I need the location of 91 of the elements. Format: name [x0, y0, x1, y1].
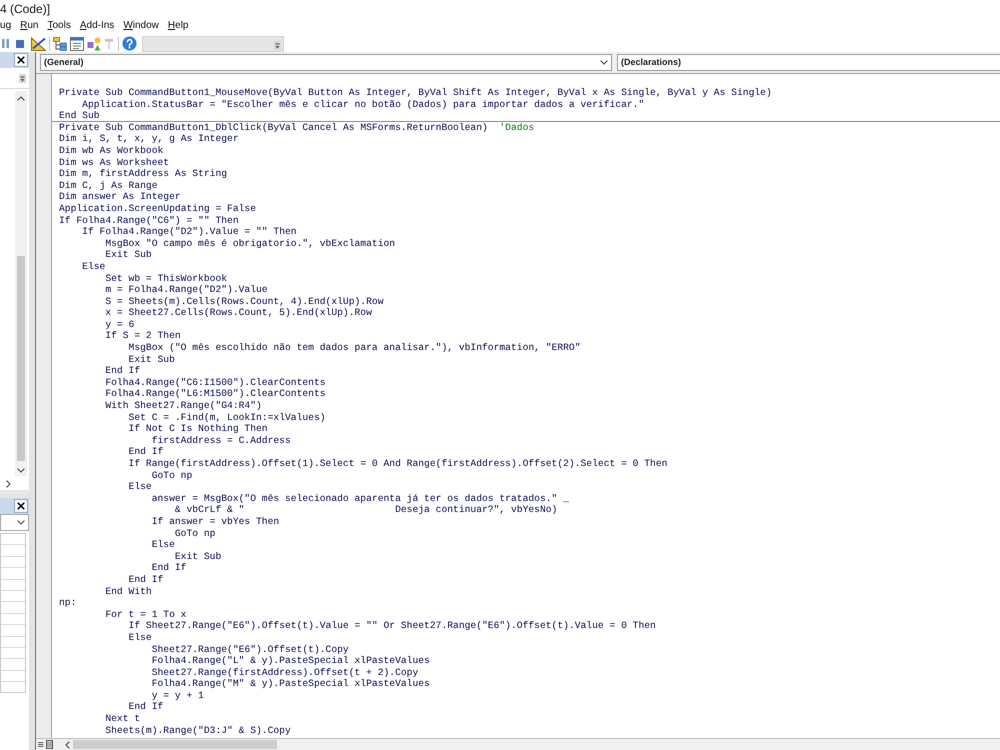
grip-icon[interactable] [274, 40, 281, 50]
code-line: Dim i, S, t, x, y, g As Integer [59, 133, 239, 145]
code-line: Folha4.Range("C6:I1500").ClearContents [105, 376, 326, 388]
code-line: Folha4.Range("M" & y).PasteSpecial xlPasteValues [152, 678, 430, 690]
code-line: x = Sheet27.Cells(Rows.Count, 5).End(xlUp).Row [105, 307, 372, 319]
code-comment: 'Dados [499, 122, 534, 134]
code-line: y = 6 [105, 318, 134, 330]
code-line: answer = MsgBox("O mês selecionado aparenta já ter os dados tratados." _ [152, 492, 569, 504]
object-browser-icon[interactable] [87, 36, 101, 50]
close-icon [17, 502, 25, 510]
code-line: End Sub [59, 110, 100, 122]
code-line: Sheets(m).Range("D3:J" & S).Copy [105, 724, 291, 736]
module-view-icon[interactable] [46, 740, 53, 749]
code-line: Exit Sub [128, 354, 175, 366]
help-icon[interactable] [122, 36, 137, 51]
code-line: Else [82, 260, 106, 272]
chevron-down-icon[interactable] [17, 520, 25, 525]
object-dropdown[interactable]: (General) [40, 54, 612, 71]
code-line: If Folha4.Range("D2").Value = "" Then [82, 226, 297, 238]
code-line: GoTo np [152, 470, 192, 482]
code-line: & vbCrLf & " Deseja continuar?", vbYesNo) [174, 504, 558, 516]
procedure-dropdown[interactable]: (Declarations) [617, 54, 1000, 71]
code-line: If Range(firstAddress).Offset(1).Select = 0 And Range(firstAddress).Offset(2).Select = 0 Then [128, 458, 668, 470]
code-line: S = Sheets(m).Cells(Rows.Count, 4).End(xlUp).Row [105, 296, 384, 308]
pause-icon[interactable] [2, 39, 9, 48]
code-line: End If [105, 365, 140, 377]
code-line: Dim C, j As Range [59, 180, 158, 192]
menu-item[interactable]: Help [168, 19, 188, 33]
code-line: Set C = .Find(m, LookIn:=xlValues) [128, 412, 326, 424]
ruler-triangle-icon[interactable] [31, 36, 46, 50]
code-line: Dim answer As Integer [59, 191, 181, 203]
properties-window-icon[interactable] [70, 36, 84, 50]
code-line: Else [128, 481, 152, 493]
code-line: Dim ws As Worksheet [59, 156, 170, 168]
code-line: End If [128, 701, 164, 714]
scrollbar-thumb[interactable] [73, 740, 277, 749]
code-line: Application.ScreenUpdating = False [59, 202, 256, 215]
code-line: MsgBox ("O mês escolhido não tem dados para analisar."), vbInformation, "ERRO" [128, 342, 581, 354]
chevron-down-icon[interactable] [600, 60, 608, 65]
code-line: If Not C Is Nothing Then [128, 423, 268, 435]
close-button[interactable] [14, 53, 28, 67]
code-line: Sheet27.Range(firstAddress).Offset(t + 2).Copy [152, 666, 418, 678]
chevron-right-icon[interactable] [6, 480, 11, 488]
vertical-scrollbar[interactable] [15, 91, 27, 476]
code-line: End If [128, 574, 164, 586]
menu-item[interactable]: ug [0, 19, 12, 33]
code-line: firstAddress = C.Address [152, 434, 291, 446]
chevron-left-icon[interactable] [65, 740, 70, 748]
code-line: If answer = vbYes Then [152, 516, 280, 528]
code-line: With Sheet27.Range("G4:R4") [105, 400, 262, 412]
code-line: Dim m, firstAddress As String [59, 168, 228, 180]
code-line: m = Folha4.Range("D2").Value [105, 284, 268, 296]
code-line: Folha4.Range("L" & y).PasteSpecial xlPasteValues [152, 655, 430, 667]
code-line: End With [105, 586, 152, 598]
procedure-view-icon[interactable] [37, 740, 44, 749]
code-line: For t = 1 To x [105, 608, 186, 620]
code-line: Exit Sub [105, 249, 152, 261]
menu-item[interactable]: Add-Ins [80, 19, 114, 33]
close-icon [17, 56, 25, 64]
window-title: 4 (Code)] [0, 2, 50, 16]
project-tree-icon[interactable] [53, 36, 67, 50]
stop-icon[interactable] [16, 40, 24, 48]
code-line: End If [128, 446, 164, 458]
code-line: End If [152, 562, 186, 574]
grip-icon[interactable] [19, 74, 26, 82]
close-button[interactable] [14, 499, 28, 513]
code-line: MsgBox "O campo mês é obrigatorio.", vbExclamation [105, 238, 396, 250]
code-line: Application.StatusBar = "Escolher mês e clicar no botão (Dados) para importar dados a verificar." [82, 98, 644, 110]
code-line: Sheet27.Range("E6").Offset(t).Copy [152, 644, 349, 656]
code-line: Exit Sub [174, 550, 222, 562]
code-line: If S = 2 Then [105, 330, 181, 342]
code-line: np: [59, 597, 76, 609]
code-line: If Folha4.Range("C6") = "" Then [59, 214, 239, 226]
menu-item[interactable]: Run [20, 19, 38, 33]
code-line: GoTo np [174, 528, 216, 540]
code-line: Set wb = ThisWorkbook [105, 272, 228, 284]
code-line: Else [152, 539, 175, 551]
menu-item[interactable]: Window [123, 19, 159, 33]
code-line: Private Sub CommandButton1_DblClick(ByVal Cancel As MSForms.ReturnBoolean) [59, 122, 488, 134]
chevron-down-icon[interactable] [17, 468, 25, 472]
scrollbar-thumb[interactable] [17, 256, 25, 461]
code-line: Next t [105, 713, 140, 725]
menu-item[interactable]: Tools [47, 19, 71, 33]
code-line: If Sheet27.Range("E6").Offset(t).Value = "" Or Sheet27.Range("E6").Offset(t).Value = 0 Then [128, 620, 656, 632]
code-line: Else [128, 632, 152, 644]
chevron-up-icon[interactable] [17, 96, 25, 100]
code-line: Private Sub CommandButton1_MouseMove(ByVal Button As Integer, ByVal Shift As Integer, ByVal x As Single, ByVal y As Single) [59, 87, 772, 99]
code-line: Dim wb As Workbook [59, 144, 164, 157]
code-line: y = y + 1 [152, 690, 204, 702]
properties-dropdown[interactable] [0, 514, 29, 531]
code-line: Folha4.Range("L6:M1500").ClearContents [105, 388, 326, 400]
